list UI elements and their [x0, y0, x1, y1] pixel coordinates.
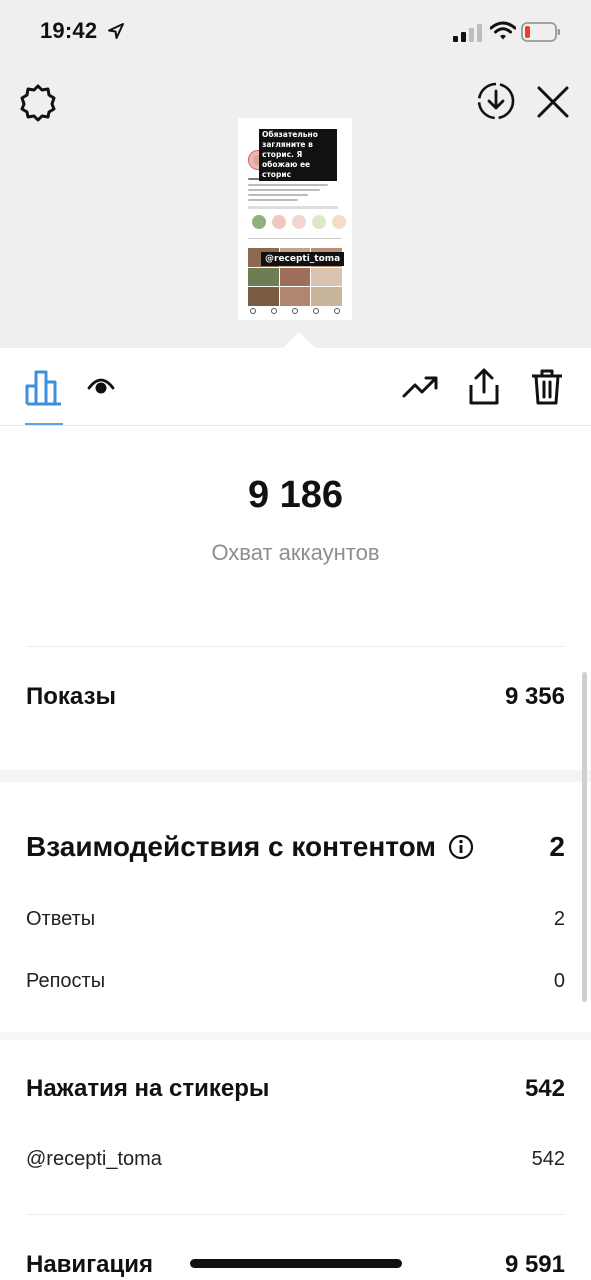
interactions-value: 2: [549, 831, 565, 862]
delete-icon[interactable]: [530, 368, 564, 406]
home-indicator[interactable]: [190, 1259, 402, 1268]
download-icon[interactable]: [475, 80, 517, 122]
status-time: 19:42: [40, 18, 98, 43]
impressions-row: Показы 9 356: [26, 680, 565, 714]
list-item[interactable]: @recepti_toma 542: [26, 1146, 565, 1172]
sticker-taps-label: Нажатия на стикеры: [26, 1075, 270, 1102]
navigation-value: 9 591: [504, 1251, 565, 1278]
insights-tab-bar: [0, 348, 591, 426]
thumbnail-pointer: [283, 332, 315, 348]
story-text-sticker: Обязательно загляните в сторис. Я обожаю…: [259, 129, 337, 181]
story-thumbnail[interactable]: Обязательно загляните в сторис. Я обожаю…: [238, 118, 352, 320]
reposts-label: Репосты: [26, 969, 106, 992]
navigation-label: Навигация: [26, 1251, 154, 1278]
cellular-signal-icon: [453, 24, 482, 42]
interactions-label: Взаимодействия с контентом: [26, 831, 437, 862]
section-separator: [0, 1032, 591, 1040]
battery-low-icon: [521, 22, 560, 42]
location-arrow-icon: [108, 23, 124, 39]
replies-label: Ответы: [26, 907, 96, 930]
impressions-value: 9 356: [504, 683, 565, 710]
replies-value: 2: [553, 907, 565, 930]
divider: [26, 1214, 565, 1215]
active-tab-indicator: [25, 423, 63, 425]
sticker-taps-row: Нажатия на стикеры 542: [26, 1072, 565, 1106]
list-item: Ответы 2: [26, 906, 565, 932]
promote-icon[interactable]: [402, 372, 440, 402]
mention-sticker: @recepti_toma: [261, 252, 345, 266]
reposts-value: 0: [553, 969, 565, 992]
sticker-taps-value: 542: [524, 1075, 565, 1102]
list-item: Репосты 0: [26, 968, 565, 994]
wifi-icon: [490, 21, 516, 40]
reach-value: 9 186: [247, 474, 344, 516]
impressions-label: Показы: [26, 683, 116, 710]
close-icon[interactable]: [535, 84, 571, 120]
story-preview-area: 19:42 Обязательно загляните в сторис. Я …: [0, 0, 591, 348]
insights-icon[interactable]: [24, 368, 64, 406]
divider: [26, 646, 565, 647]
interactions-row: Взаимодействия с контентом 2: [26, 828, 565, 866]
mention-label: @recepti_toma: [26, 1147, 162, 1170]
mention-value: 542: [531, 1147, 565, 1170]
reach-label: Охват аккаунтов: [211, 540, 380, 565]
share-icon[interactable]: [466, 368, 502, 406]
scrollbar[interactable]: [582, 672, 587, 1002]
info-icon[interactable]: [448, 834, 474, 860]
section-separator: [0, 770, 591, 782]
viewers-icon[interactable]: [86, 374, 116, 398]
mini-nav-bar: [250, 308, 340, 314]
gear-icon[interactable]: [18, 82, 58, 122]
